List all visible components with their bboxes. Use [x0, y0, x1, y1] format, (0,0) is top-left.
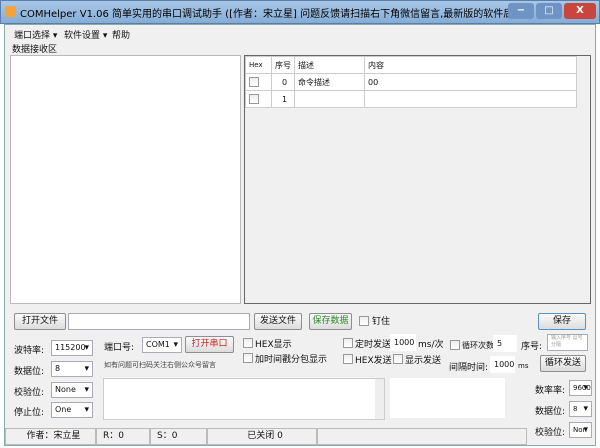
- header-index: 序号: [271, 56, 295, 74]
- port-select[interactable]: COM1: [142, 337, 182, 353]
- timed-send-label: 定时发送: [355, 340, 392, 350]
- right-rate-label: 数率率:: [535, 386, 566, 396]
- right-databits-label: 数据位:: [535, 407, 566, 417]
- interval-input[interactable]: 1000: [490, 356, 515, 373]
- menu-port-select[interactable]: 端口选择 ▾: [14, 28, 57, 41]
- parity-select[interactable]: None: [51, 382, 93, 398]
- maximize-button[interactable]: □: [536, 3, 562, 19]
- status-sent: S：0: [150, 428, 207, 445]
- menu-settings[interactable]: 软件设置 ▾: [64, 28, 107, 41]
- hex-send-label: HEX发送: [355, 356, 392, 366]
- show-send-checkbox[interactable]: [393, 354, 403, 364]
- qr-area: [390, 378, 505, 418]
- timed-unit: ms/次: [418, 340, 444, 350]
- baud-label: 波特率:: [14, 346, 45, 356]
- send-scrollbar[interactable]: [375, 379, 384, 419]
- row-desc[interactable]: 命令描述: [294, 73, 365, 91]
- databits-label: 数据位:: [14, 367, 45, 377]
- status-author: 作者：宋立星: [5, 428, 96, 445]
- row-content[interactable]: [364, 90, 577, 108]
- save-data-button[interactable]: 保存数据: [309, 313, 352, 330]
- right-rate-select[interactable]: 9600: [569, 380, 592, 396]
- send-textarea[interactable]: [103, 378, 385, 420]
- pin-checkbox[interactable]: [359, 316, 369, 326]
- window-title: COMHelper V1.06 简单实用的串口调试助手 ([作者：宋立星] 问题…: [20, 9, 520, 20]
- timed-send-checkbox[interactable]: [343, 338, 353, 348]
- stopbits-select[interactable]: One: [51, 402, 93, 418]
- row-index: 1: [271, 90, 295, 108]
- close-button[interactable]: X: [564, 3, 596, 19]
- header-content: 内容: [364, 56, 577, 74]
- hint-text: 如有问题可扫码关注右侧公众号留言: [104, 361, 216, 369]
- interval-unit: ms: [518, 362, 529, 370]
- row-desc[interactable]: [294, 90, 365, 108]
- send-file-button[interactable]: 发送文件: [254, 313, 302, 330]
- loop-send-button[interactable]: 循环发送: [540, 355, 586, 372]
- seq-input[interactable]: 输入序号 逗号分隔: [547, 334, 588, 351]
- baud-select[interactable]: 115200: [51, 340, 93, 356]
- status-received: R：0: [96, 428, 150, 445]
- right-parity-label: 校验位:: [535, 428, 566, 438]
- timestamp-label: 加时间戳分包显示: [255, 355, 328, 365]
- minimize-button[interactable]: −: [508, 3, 534, 19]
- file-path-input[interactable]: [68, 313, 250, 330]
- open-file-button[interactable]: 打开文件: [14, 313, 66, 330]
- header-hex: Hex: [245, 56, 272, 74]
- timestamp-checkbox[interactable]: [243, 353, 253, 363]
- hex-send-checkbox[interactable]: [343, 354, 353, 364]
- port-label: 端口号:: [104, 343, 135, 353]
- loop-count-input[interactable]: 5: [493, 335, 517, 352]
- timed-interval-input[interactable]: 1000: [390, 334, 416, 351]
- table-row: 1: [245, 90, 577, 108]
- parity-label: 校验位:: [14, 388, 45, 398]
- command-table: Hex 序号 描述 内容 0 命令描述 00 1: [244, 55, 591, 304]
- stopbits-label: 停止位:: [14, 408, 45, 418]
- databits-select[interactable]: 8: [51, 361, 93, 377]
- hex-checkbox[interactable]: [249, 77, 259, 87]
- open-port-button[interactable]: 打开串口: [185, 336, 234, 353]
- header-desc: 描述: [294, 56, 365, 74]
- loop-count-checkbox[interactable]: [450, 340, 460, 350]
- save-button[interactable]: 保存: [538, 313, 586, 330]
- hex-checkbox[interactable]: [249, 94, 259, 104]
- receive-label: 数据接收区: [12, 45, 58, 55]
- interval-label: 间隔时间:: [449, 363, 489, 373]
- status-extra: [317, 428, 527, 445]
- row-content[interactable]: 00: [364, 73, 577, 91]
- show-send-label: 显示发送: [405, 356, 442, 366]
- status-port-state: 已关闭 0: [207, 428, 317, 445]
- seq-label: 序号:: [521, 342, 543, 352]
- menu-help[interactable]: 帮助: [112, 28, 130, 41]
- table-header: Hex 序号 描述 内容: [245, 56, 577, 74]
- table-row: 0 命令描述 00: [245, 73, 577, 91]
- app-icon: [5, 6, 16, 17]
- row-index: 0: [271, 73, 295, 91]
- receive-area[interactable]: [10, 55, 241, 304]
- hex-display-checkbox[interactable]: [243, 338, 253, 348]
- hex-display-label: HEX显示: [255, 340, 292, 350]
- pin-label: 钉住: [372, 317, 391, 327]
- right-databits-select[interactable]: 8: [569, 401, 592, 417]
- right-parity-select[interactable]: Non: [569, 422, 592, 438]
- loop-count-label: 循环次数: [462, 341, 494, 350]
